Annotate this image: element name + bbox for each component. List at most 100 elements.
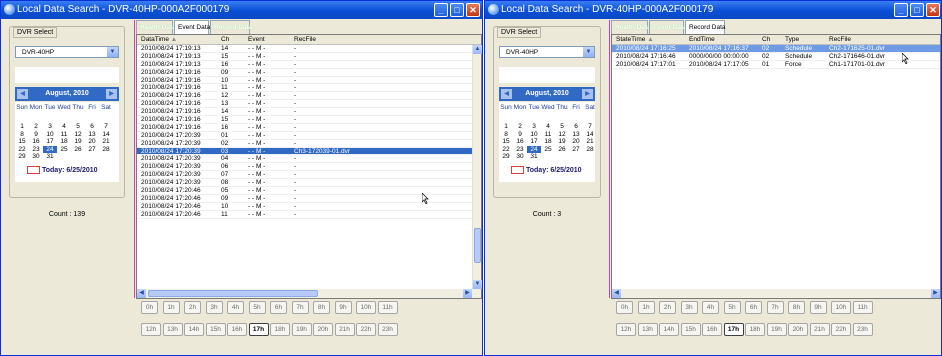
calendar-day[interactable]: 12	[555, 131, 569, 139]
hour-button-3h[interactable]: 3h	[205, 301, 223, 314]
table-row[interactable]: 2010/08/24 17:19:16 16 - - M - -	[137, 124, 481, 132]
calendar-day[interactable]: 5	[555, 123, 569, 131]
hour-button-17h[interactable]: 17h	[248, 323, 269, 336]
scroll-down-icon[interactable]: ▼	[473, 280, 482, 289]
column-header-event[interactable]: Event	[248, 36, 265, 43]
calendar-day[interactable]: 25	[57, 146, 71, 154]
calendar-day[interactable]: 18	[541, 138, 555, 146]
column-header-type[interactable]: Type	[785, 36, 799, 43]
horizontal-scrollbar[interactable]: ◀ ▶	[612, 289, 940, 298]
hour-button-13h[interactable]: 13h	[637, 323, 658, 336]
maximize-button[interactable]: □	[450, 3, 464, 17]
calendar-day[interactable]: 3	[527, 123, 541, 131]
table-row[interactable]: 2010/08/24 17:20:39 04 - - M - -	[137, 155, 481, 164]
calendar-day[interactable]: 26	[555, 146, 569, 154]
calendar-day[interactable]: 29	[15, 153, 29, 161]
hour-button-15h[interactable]: 15h	[205, 323, 226, 336]
table-row[interactable]: 2010/08/24 17:20:39 08 - - M - -	[137, 179, 481, 188]
table-row[interactable]: 2010/08/24 17:20:39 01 - - M - -	[137, 132, 481, 140]
calendar-day[interactable]: 28	[99, 146, 113, 154]
today-link[interactable]: Today: 6/25/2010	[511, 166, 582, 174]
tab-event-data[interactable]: Event Data	[649, 20, 687, 34]
hour-button-8h[interactable]: 8h	[788, 301, 805, 314]
today-link[interactable]: Today: 6/25/2010	[27, 166, 98, 174]
chevron-down-icon[interactable]: ▼	[107, 47, 118, 57]
hour-button-21h[interactable]: 21h	[809, 323, 830, 336]
column-header-ch[interactable]: Ch	[221, 36, 229, 43]
scroll-right-icon[interactable]: ▶	[463, 289, 472, 298]
hour-button-2h[interactable]: 2h	[184, 301, 201, 314]
calendar-day[interactable]: 13	[569, 131, 583, 139]
table-row[interactable]: 2010/08/24 17:19:13 15 - - M - -	[137, 53, 481, 61]
hour-button-3h[interactable]: 3h	[680, 301, 698, 314]
calendar-day[interactable]: 9	[29, 131, 43, 139]
calendar-day[interactable]: 24	[527, 145, 541, 153]
calendar-day[interactable]: 4	[541, 123, 555, 131]
calendar-day[interactable]: 10	[43, 131, 57, 139]
hour-button-7h[interactable]: 7h	[291, 301, 309, 314]
table-row[interactable]: 2010/08/24 17:16:25 2010/08/24 17:16:37 02…	[612, 45, 940, 53]
calendar-day[interactable]: 18	[57, 138, 71, 146]
calendar-day[interactable]: 26	[71, 146, 85, 154]
calendar-day[interactable]: 31	[527, 153, 541, 161]
column-header-statetime[interactable]: StateTime ▲	[616, 36, 654, 43]
hour-button-5h[interactable]: 5h	[248, 301, 266, 314]
calendar-day[interactable]: 2	[513, 123, 527, 131]
calendar-day[interactable]: 13	[85, 131, 99, 139]
close-button[interactable]: ✕	[466, 3, 480, 17]
calendar-day[interactable]: 23	[29, 146, 43, 154]
table-row[interactable]: 2010/08/24 17:19:16 15 - - M - -	[137, 116, 481, 124]
tab-event-data[interactable]: Event Data	[174, 20, 210, 34]
hour-button-16h[interactable]: 16h	[227, 323, 247, 336]
hour-button-15h[interactable]: 15h	[680, 323, 701, 336]
calendar-day[interactable]: 8	[15, 131, 29, 139]
dvr-select-dropdown[interactable]: DVR-40HP ▼	[499, 46, 595, 58]
tab-health-data[interactable]: Health Data	[136, 20, 176, 34]
hour-button-0h[interactable]: 0h	[616, 301, 633, 314]
hour-button-23h[interactable]: 23h	[377, 323, 398, 336]
hour-button-9h[interactable]: 9h	[334, 301, 352, 314]
table-row[interactable]: 2010/08/24 17:19:13 14 - - M - -	[137, 45, 481, 53]
calendar-day[interactable]: 29	[499, 153, 513, 161]
minimize-button[interactable]: _	[894, 3, 908, 17]
calendar-day[interactable]: 22	[15, 146, 29, 154]
table-row[interactable]: 2010/08/24 17:19:16 13 - - M - -	[137, 100, 481, 109]
hour-button-18h[interactable]: 18h	[745, 323, 765, 336]
hour-button-10h[interactable]: 10h	[831, 301, 851, 314]
hour-button-21h[interactable]: 21h	[334, 323, 355, 336]
table-row[interactable]: 2010/08/24 17:16:46 0000/00/00 00:00:00 02…	[612, 53, 940, 61]
hour-button-17h[interactable]: 17h	[723, 323, 744, 336]
table-row[interactable]: 2010/08/24 17:19:13 16 - - M - -	[137, 61, 481, 69]
hour-button-22h[interactable]: 22h	[831, 323, 851, 336]
scroll-left-icon[interactable]: ◀	[137, 289, 146, 298]
calendar-day[interactable]: 27	[85, 146, 99, 154]
table-row[interactable]: 2010/08/24 17:19:16 11 - - M - -	[137, 84, 481, 93]
calendar-day[interactable]: 15	[499, 138, 513, 146]
hour-button-14h[interactable]: 14h	[184, 323, 204, 336]
calendar-day[interactable]: 2	[29, 123, 43, 131]
title-bar[interactable]: Local Data Search - DVR-40HP-000A2F00017…	[485, 1, 941, 19]
hour-button-20h[interactable]: 20h	[788, 323, 808, 336]
tab-record-data[interactable]: Record Data	[210, 20, 252, 34]
tab-health-data[interactable]: Health Data	[611, 20, 651, 34]
calendar-day[interactable]: 14	[99, 131, 113, 139]
calendar-day[interactable]: 4	[57, 123, 71, 131]
scroll-left-icon[interactable]: ◀	[612, 289, 621, 298]
calendar-day[interactable]: 17	[43, 138, 57, 146]
calendar-day[interactable]: 19	[555, 138, 569, 146]
table-row[interactable]: 2010/08/24 17:19:16 10 - - M - -	[137, 77, 481, 85]
calendar-day[interactable]: 9	[513, 131, 527, 139]
calendar-day[interactable]: 11	[541, 131, 555, 139]
tab-record-data[interactable]: Record Data	[685, 20, 726, 34]
calendar-day[interactable]: 27	[569, 146, 583, 154]
hour-button-2h[interactable]: 2h	[659, 301, 676, 314]
calendar-day[interactable]: 6	[569, 123, 583, 131]
hour-button-12h[interactable]: 12h	[616, 323, 636, 336]
prev-month-button[interactable]: ◀	[17, 89, 28, 99]
hour-button-12h[interactable]: 12h	[141, 323, 161, 336]
calendar-day[interactable]: 17	[527, 138, 541, 146]
hour-button-11h[interactable]: 11h	[852, 301, 873, 314]
scroll-thumb[interactable]	[474, 228, 481, 263]
calendar-day[interactable]: 8	[499, 131, 513, 139]
calendar-day[interactable]: 23	[513, 146, 527, 154]
